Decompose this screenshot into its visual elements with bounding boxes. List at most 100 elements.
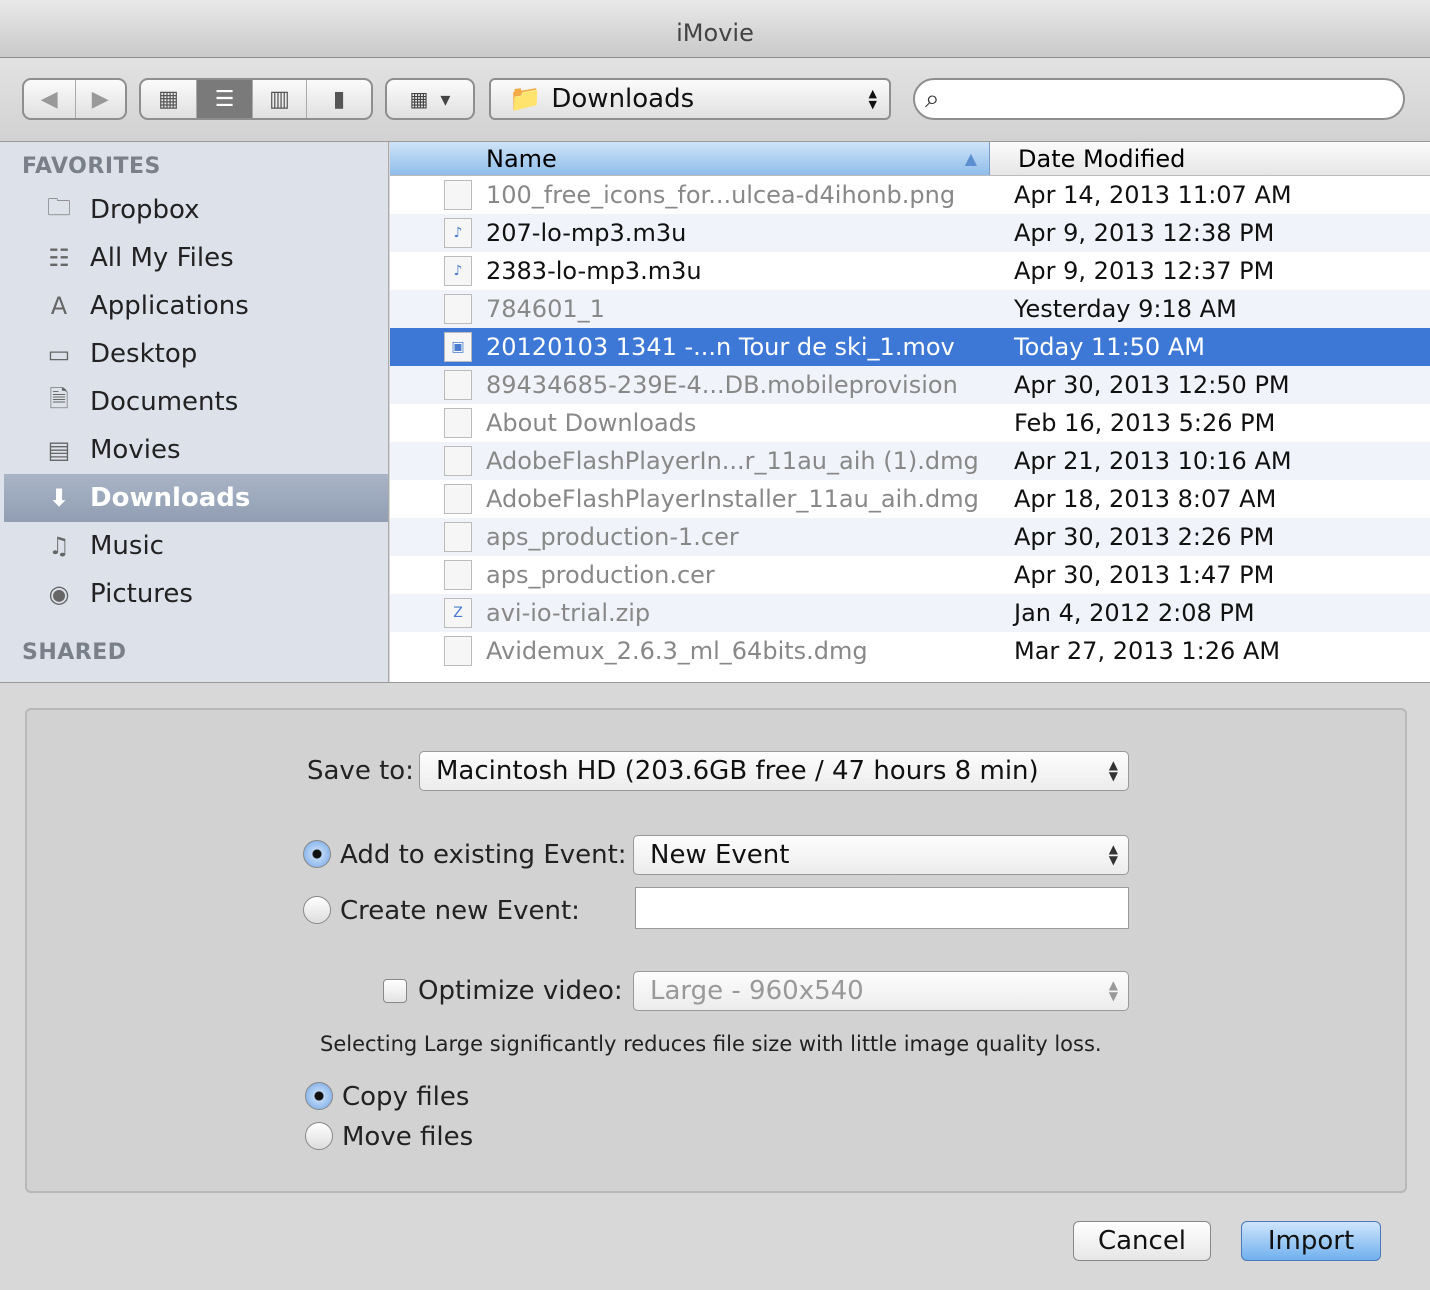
sidebar-item-pictures[interactable]: ◉ Pictures xyxy=(4,570,388,618)
sidebar-item-movies[interactable]: ▤ Movies xyxy=(4,426,388,474)
file-row[interactable]: 784601_1 Yesterday 9:18 AM xyxy=(390,290,1430,328)
add-existing-event-radio[interactable] xyxy=(303,840,331,868)
file-date: Feb 16, 2013 5:26 PM xyxy=(1014,409,1276,437)
folder-icon: 📁 xyxy=(509,84,542,114)
file-row[interactable]: Avidemux_2.6.3_ml_64bits.dmg Mar 27, 2013… xyxy=(390,632,1430,670)
sidebar-item-all-my-files[interactable]: ☷ All My Files xyxy=(4,234,388,282)
sidebar-item-music[interactable]: ♫ Music xyxy=(4,522,388,570)
file-row[interactable]: Zavi-io-trial.zip Jan 4, 2012 2:08 PM xyxy=(390,594,1430,632)
file-date: Apr 30, 2013 12:50 PM xyxy=(1014,371,1290,399)
file-row[interactable]: ♪ 207-lo-mp3.m3u Apr 9, 2013 12:38 PM xyxy=(390,214,1430,252)
coverflow-view-button[interactable]: ▮ xyxy=(307,80,371,118)
sidebar-item-label: Documents xyxy=(90,387,239,417)
desktop-icon: ▭ xyxy=(47,340,71,368)
file-date: Apr 18, 2013 8:07 AM xyxy=(1014,485,1277,513)
arrange-button[interactable]: ▦ ▾ xyxy=(385,78,475,120)
save-to-value: Macintosh HD (203.6GB free / 47 hours 8 … xyxy=(436,756,1039,786)
file-date: Apr 9, 2013 12:38 PM xyxy=(1014,219,1275,247)
file-name: 2383-lo-mp3.m3u xyxy=(486,257,702,285)
sidebar-item-label: Dropbox xyxy=(90,195,200,225)
file-row[interactable]: aps_production.cer Apr 30, 2013 1:47 PM xyxy=(390,556,1430,594)
file-date: Apr 30, 2013 1:47 PM xyxy=(1014,561,1275,589)
optimize-note: Selecting Large significantly reduces fi… xyxy=(320,1032,1102,1056)
applications-icon: A xyxy=(50,292,68,320)
file-name: 784601_1 xyxy=(486,295,605,323)
file-icon xyxy=(444,370,472,400)
file-name: 207-lo-mp3.m3u xyxy=(486,219,687,247)
file-date: Apr 21, 2013 10:16 AM xyxy=(1014,447,1292,475)
sidebar-item-applications[interactable]: A Applications xyxy=(4,282,388,330)
pictures-icon: ◉ xyxy=(48,580,70,608)
optimize-video-checkbox[interactable] xyxy=(383,979,407,1003)
file-name: AdobeFlashPlayerIn...r_11au_aih (1).dmg xyxy=(486,447,979,475)
sidebar-item-label: Pictures xyxy=(90,579,193,609)
file-row[interactable]: 100_free_icons_for...ulcea-d4ihonb.png Ap… xyxy=(390,176,1430,214)
move-files-radio[interactable] xyxy=(305,1122,333,1150)
location-popup[interactable]: 📁 Downloads ▲ ▼ xyxy=(489,78,891,120)
list-header: Name ▲ Date Modified xyxy=(390,142,1430,176)
add-existing-event-label: Add to existing Event: xyxy=(340,840,627,870)
optimize-video-label: Optimize video: xyxy=(418,976,623,1006)
folder-icon: 🗀 xyxy=(47,192,71,221)
file-date: Apr 30, 2013 2:26 PM xyxy=(1014,523,1275,551)
favorites-header: FAVORITES xyxy=(22,154,161,179)
icon-view-button[interactable]: ▦ xyxy=(141,80,197,118)
import-button[interactable]: Import xyxy=(1241,1221,1381,1261)
file-name: 20120103 1341 -...n Tour de ski_1.mov xyxy=(486,333,955,361)
file-name: aps_production.cer xyxy=(486,561,715,589)
file-row[interactable]: 89434685-239E-4...DB.mobileprovision Apr … xyxy=(390,366,1430,404)
save-to-popup[interactable]: Macintosh HD (203.6GB free / 47 hours 8 … xyxy=(419,751,1129,791)
file-name: AdobeFlashPlayerInstaller_11au_aih.dmg xyxy=(486,485,979,513)
save-to-label: Save to: xyxy=(307,756,414,786)
list-view-button[interactable]: ☰ xyxy=(197,80,253,118)
file-icon xyxy=(444,484,472,514)
downloads-icon: ⬇ xyxy=(48,484,70,512)
file-icon xyxy=(444,522,472,552)
sidebar-item-dropbox[interactable]: 🗀 Dropbox xyxy=(4,186,388,234)
new-event-name-input[interactable] xyxy=(635,887,1129,929)
file-date: Yesterday 9:18 AM xyxy=(1014,295,1237,323)
file-row[interactable]: AdobeFlashPlayerIn...r_11au_aih (1).dmg A… xyxy=(390,442,1430,480)
cancel-button[interactable]: Cancel xyxy=(1073,1221,1211,1261)
popup-arrows-icon: ▲ ▼ xyxy=(1108,758,1118,783)
file-date: Apr 9, 2013 12:37 PM xyxy=(1014,257,1275,285)
move-files-label: Move files xyxy=(342,1122,474,1152)
file-icon xyxy=(444,446,472,476)
location-label: Downloads xyxy=(551,84,695,114)
sidebar-item-documents[interactable]: 🗎 Documents xyxy=(4,378,388,426)
name-column-header[interactable]: Name ▲ xyxy=(390,142,990,175)
popup-arrows-icon: ▲ ▼ xyxy=(1108,978,1118,1003)
file-icon xyxy=(444,560,472,590)
forward-button[interactable]: ▶ xyxy=(76,80,126,118)
sidebar-item-downloads[interactable]: ⬇ Downloads xyxy=(4,474,388,522)
file-row[interactable]: AdobeFlashPlayerInstaller_11au_aih.dmg Ap… xyxy=(390,480,1430,518)
optimize-size-popup[interactable]: Large - 960x540 ▲ ▼ xyxy=(633,971,1129,1011)
file-date: Jan 4, 2012 2:08 PM xyxy=(1014,599,1255,627)
sidebar-item-label: Movies xyxy=(90,435,181,465)
sidebar-item-desktop[interactable]: ▭ Desktop xyxy=(4,330,388,378)
existing-event-popup[interactable]: New Event ▲ ▼ xyxy=(633,835,1129,875)
file-row[interactable]: About Downloads Feb 16, 2013 5:26 PM xyxy=(390,404,1430,442)
file-icon: Z xyxy=(444,598,472,628)
file-row[interactable]: ♪ 2383-lo-mp3.m3u Apr 9, 2013 12:37 PM xyxy=(390,252,1430,290)
music-icon: ♫ xyxy=(48,532,70,560)
file-row[interactable]: ▣ 20120103 1341 -...n Tour de ski_1.mov To… xyxy=(390,328,1430,366)
file-row[interactable]: aps_production-1.cer Apr 30, 2013 2:26 PM xyxy=(390,518,1430,556)
sort-ascending-icon: ▲ xyxy=(964,149,977,168)
date-column-header[interactable]: Date Modified xyxy=(990,142,1430,175)
copy-files-label: Copy files xyxy=(342,1082,470,1112)
file-name: avi-io-trial.zip xyxy=(486,599,651,627)
all-files-icon: ☷ xyxy=(48,244,70,272)
column-view-button[interactable]: ▥ xyxy=(253,80,307,118)
window-title: iMovie xyxy=(676,19,754,47)
back-button[interactable]: ◀ xyxy=(24,80,76,118)
file-name: aps_production-1.cer xyxy=(486,523,739,551)
documents-icon: 🗎 xyxy=(49,384,69,413)
date-header-label: Date Modified xyxy=(1018,145,1186,173)
file-date: Today 11:50 AM xyxy=(1014,333,1205,361)
copy-files-radio[interactable] xyxy=(305,1082,333,1110)
search-input[interactable]: ⌕ xyxy=(913,78,1405,120)
file-icon: ♪ xyxy=(444,218,472,248)
create-new-event-radio[interactable] xyxy=(303,896,331,924)
file-icon xyxy=(444,636,472,666)
